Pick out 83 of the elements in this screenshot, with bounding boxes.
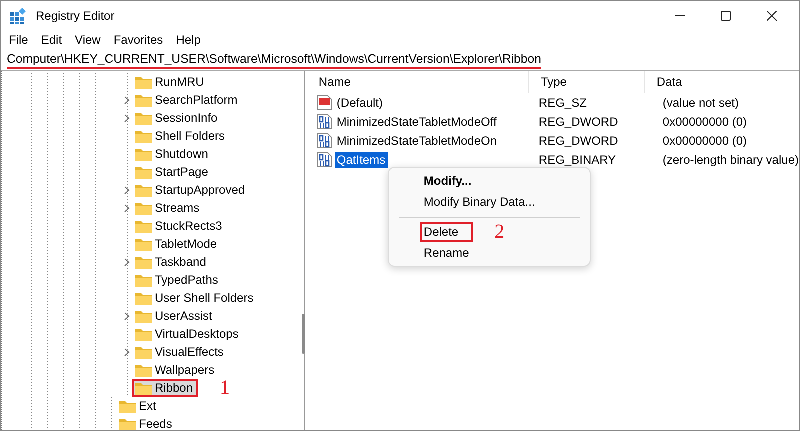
folder-icon [135,220,152,232]
step-number: 2 [494,222,505,240]
folder-icon [135,76,152,88]
tree-item[interactable]: RunMRU [132,73,210,91]
column-header[interactable]: Name [306,71,529,93]
binary-value-icon [316,132,333,148]
table-cell-text: 0x00000000 (0) [662,134,748,148]
table-cell-text: (value not set) [662,96,740,110]
table-cell-text: 0x00000000 (0) [662,114,748,128]
folder-icon [135,238,152,250]
tree-item[interactable]: StartPage [132,163,214,181]
value-name[interactable]: MinimizedStateTabletModeOff [334,114,499,130]
step-number: 1 [220,379,230,397]
table-cell-text: (zero-length binary value) [662,152,799,166]
folder-icon [135,112,152,124]
folder-icon [135,310,152,322]
folder-icon [135,166,152,178]
tree-item[interactable]: SearchPlatform [132,91,243,109]
folder-icon [135,148,152,160]
menu-item[interactable]: Rename [420,242,484,262]
folder-icon [135,94,152,106]
menu-item[interactable]: Favorites [114,33,164,47]
tree-item[interactable]: TypedPaths [132,271,224,289]
tree-item[interactable]: StuckRects3 [132,217,228,235]
tree-item[interactable]: StartupApproved [132,181,250,199]
chevron-icon[interactable] [124,312,130,320]
folder-icon [135,274,152,286]
column-header[interactable]: Type [528,71,645,93]
menu-item[interactable]: Edit [41,33,62,47]
tree-item[interactable]: User Shell Folders [132,289,259,307]
folder-icon [135,346,152,358]
tree-item[interactable]: Streams [132,199,205,217]
menu-item[interactable]: Modify... [420,170,486,190]
registry-icon [10,8,26,24]
maximize-icon[interactable] [721,10,731,20]
chevron-icon[interactable] [124,114,130,122]
chevron-icon[interactable] [124,186,130,194]
value-name[interactable]: QatItems [334,152,388,168]
table-cell-text: REG_SZ [538,96,588,110]
folder-icon [135,130,152,142]
close-icon[interactable] [767,10,777,20]
binary-value-icon [316,114,333,130]
string-value-icon [316,94,333,110]
folder-icon [135,292,152,304]
table-cell-text: REG_DWORD [538,114,620,128]
tree-item[interactable]: Wallpapers [132,361,220,379]
menu-item[interactable]: Modify Binary Data... [420,192,550,212]
folder-icon [135,328,152,340]
tree-item[interactable]: SessionInfo [132,109,223,127]
menu-item[interactable]: Help [176,33,201,47]
folder-icon [135,202,152,214]
table-cell-text: REG_DWORD [538,134,620,148]
folder-icon [119,418,136,430]
tree-item[interactable]: Ribbon [132,379,198,397]
menu-item[interactable]: File [9,33,28,47]
tree-item[interactable]: UserAssist [132,307,218,325]
folder-icon [135,256,152,268]
tree-item[interactable]: TabletMode [132,235,222,253]
value-name[interactable]: MinimizedStateTabletModeOn [334,132,499,148]
tree-item[interactable]: Shutdown [132,145,214,163]
window-title: Registry Editor [36,8,115,22]
tree-item[interactable]: VirtualDesktops [132,325,244,343]
menu-item[interactable]: Delete [420,222,473,242]
column-header[interactable]: Data [644,71,799,93]
table-cell-text: REG_BINARY [538,152,618,166]
menu-item[interactable]: View [75,33,101,47]
chevron-icon[interactable] [124,204,130,212]
chevron-icon[interactable] [124,348,130,356]
tree-item[interactable]: Feeds [116,415,178,430]
chevron-icon[interactable] [124,258,130,266]
folder-icon [135,184,152,196]
scrollbar-thumb[interactable] [302,314,305,354]
chevron-icon[interactable] [124,96,130,104]
tree-item[interactable]: Ext [116,397,162,415]
tree-item[interactable]: VisualEffects [132,343,229,361]
tree-item[interactable]: Shell Folders [132,127,230,145]
folder-icon [135,364,152,376]
folder-icon [119,400,136,412]
address-bar[interactable]: Computer\HKEY_CURRENT_USER\Software\Microsoft\Windows\CurrentVersion\Explorer\Ribbon [1,50,799,71]
folder-icon [135,382,152,394]
tree-item[interactable]: Taskband [132,253,212,271]
binary-value-icon [316,152,333,168]
value-name[interactable]: (Default) [334,94,385,110]
